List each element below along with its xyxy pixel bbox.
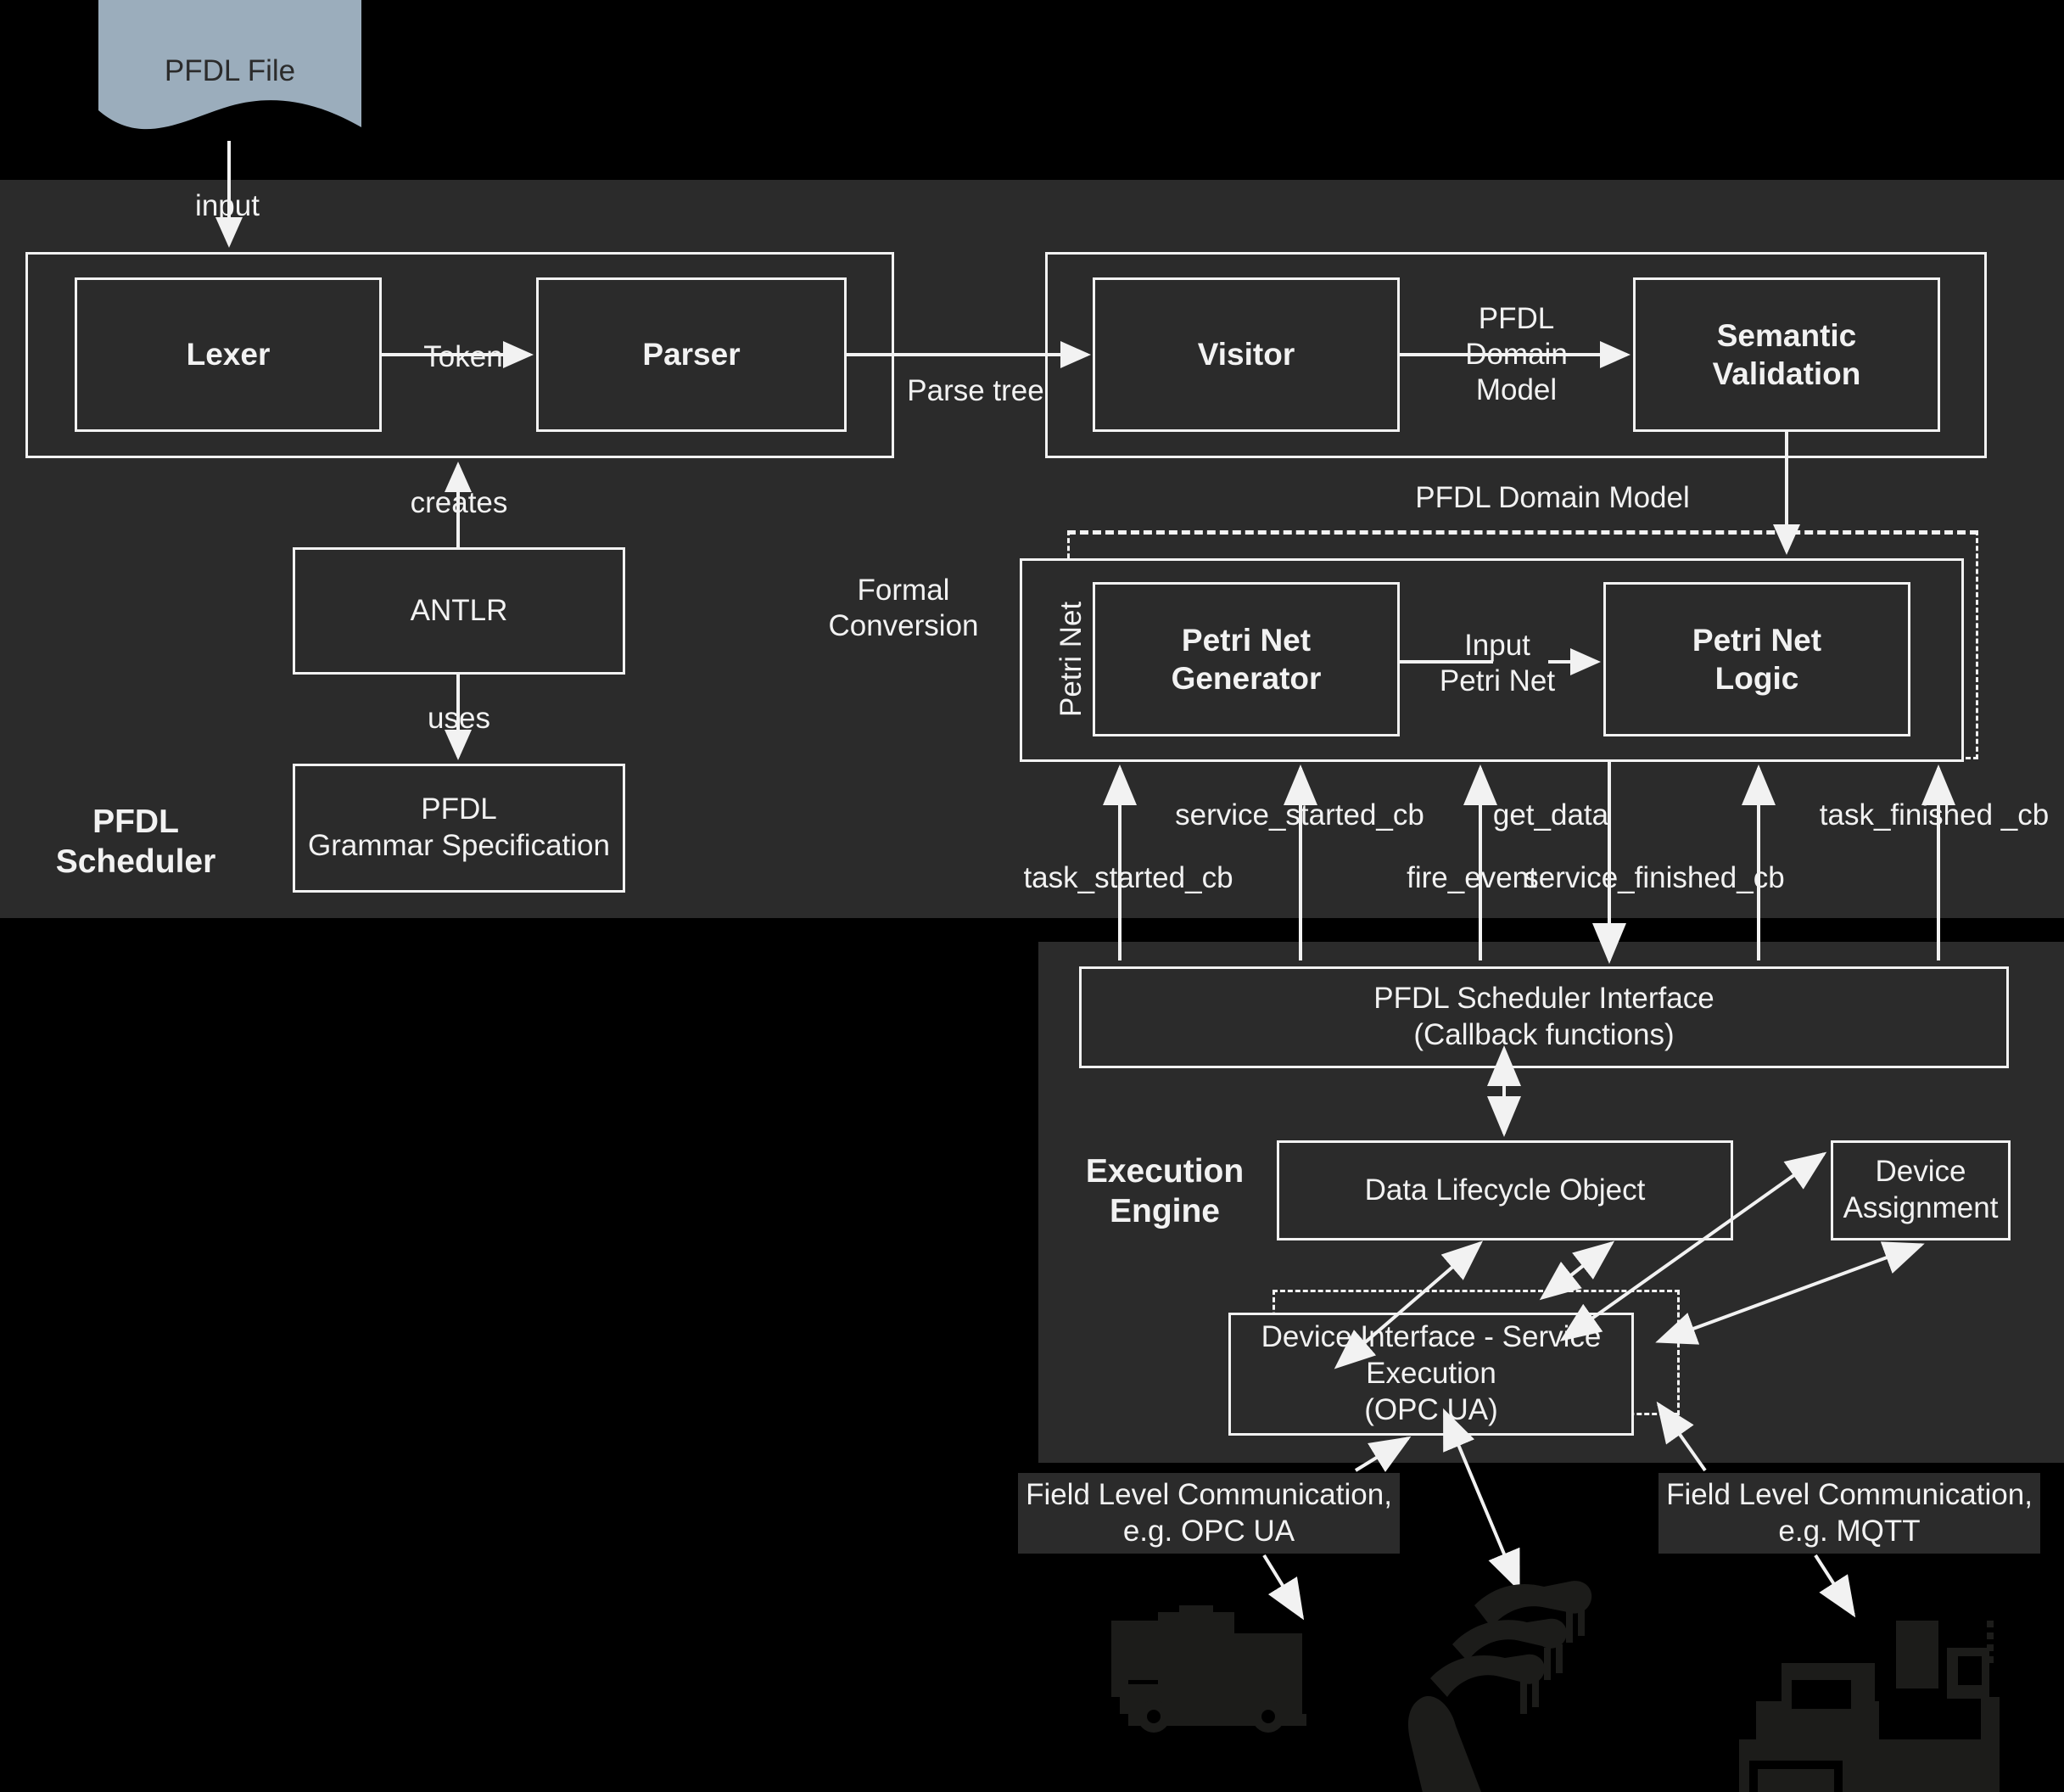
formal-conversion-label: Formal Conversion (828, 574, 979, 642)
pfdl-scheduler-section-label: PFDL Scheduler (55, 804, 216, 880)
pfdl-grammar-specification-box[interactable]: PFDL Grammar Specification (293, 764, 625, 893)
edge-label-uses: uses (428, 702, 490, 735)
execution-engine-section-label: Execution Engine (1085, 1153, 1245, 1229)
parser-box[interactable]: Parser (536, 277, 847, 432)
pfdl-file-label: PFDL File (164, 54, 296, 87)
edge-label-token: Token (395, 339, 531, 375)
arrow-flc-left-to-agv (1262, 1554, 1305, 1621)
machine-icon (1739, 1621, 2000, 1792)
edge-label-input: input (195, 189, 260, 222)
lexer-box[interactable]: Lexer (75, 277, 382, 432)
edge-label-pfdl-domain-model-short: PFDL Domain Model (1465, 302, 1568, 406)
device-icons-group (1111, 1581, 2000, 1792)
pfdl-scheduler-interface-box[interactable]: PFDL Scheduler Interface (Callback funct… (1079, 966, 2009, 1068)
edge-label-get-data: get_data (1492, 798, 1609, 832)
robot-arm-icon (1408, 1581, 1592, 1792)
antlr-box[interactable]: ANTLR (293, 547, 625, 675)
visitor-box[interactable]: Visitor (1093, 277, 1400, 432)
edge-label-task-started-cb: task_started_cb (1023, 861, 1233, 894)
edge-label-creates: creates (410, 486, 508, 519)
semantic-validation-box[interactable]: Semantic Validation (1633, 277, 1940, 432)
data-lifecycle-object-box[interactable]: Data Lifecycle Object (1277, 1140, 1733, 1240)
edge-label-service-started-cb: service_started_cb (1175, 798, 1424, 832)
diagram-canvas: PFDL File PFDL Scheduler Lexer Parser Vi… (0, 0, 2064, 1792)
arrow-flc-right-to-machine (1814, 1554, 1856, 1618)
edge-label-input-petri-net: Input Petri Net (1439, 629, 1556, 697)
device-interface-service-execution-box[interactable]: Device Interface - Service Execution (OP… (1228, 1313, 1634, 1436)
field-level-communication-right: Field Level Communication, e.g. MQTT (1658, 1473, 2040, 1554)
agv-icon (1111, 1605, 1306, 1733)
field-level-communication-left: Field Level Communication, e.g. OPC UA (1018, 1473, 1400, 1554)
petri-net-group-label: Petri Net (1054, 601, 1088, 717)
edge-label-parse-tree: Parse tree (907, 374, 1044, 407)
petri-net-logic-box[interactable]: Petri Net Logic (1603, 582, 1910, 736)
device-assignment-box[interactable]: Device Assignment (1831, 1140, 2011, 1240)
edge-label-service-finished-cb: service_finished_cb (1524, 861, 1785, 894)
edge-label-task-finished-cb: task_finished _cb (1819, 798, 2050, 832)
petri-net-generator-box[interactable]: Petri Net Generator (1093, 582, 1400, 736)
edge-label-pfdl-domain-model: PFDL Domain Model (1415, 481, 1690, 514)
